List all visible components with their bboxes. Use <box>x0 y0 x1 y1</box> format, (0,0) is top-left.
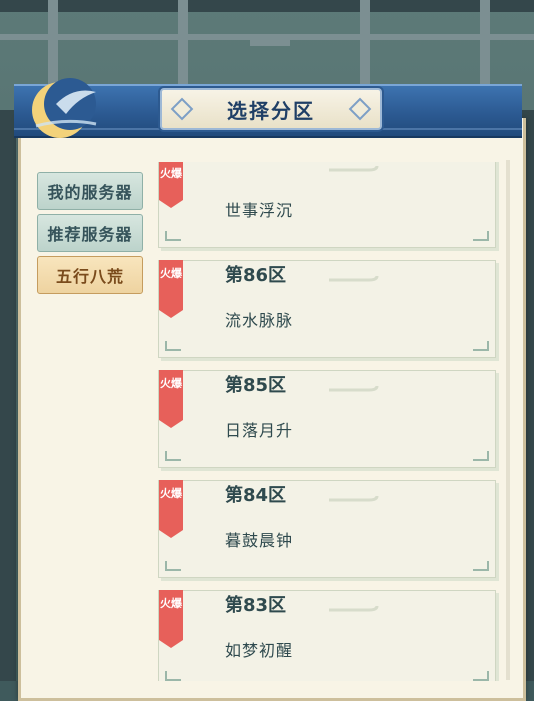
cloud-ornament-icon <box>329 275 379 282</box>
zone-name: 如梦初醒 <box>225 641 294 660</box>
zone-name: 暮鼓晨钟 <box>225 531 294 550</box>
corner-ornament <box>165 451 181 461</box>
zone-number: 第84区 <box>225 485 287 506</box>
page-title: 选择分区 <box>227 98 315 123</box>
hot-label: 火爆 <box>160 167 182 180</box>
corner-ornament <box>473 561 489 571</box>
corner-ornament <box>473 671 489 681</box>
list-scrollbar[interactable] <box>506 160 510 680</box>
server-list[interactable]: 火爆 世事浮沉 火爆 第86区 流水脉脉 火爆 第85区 日落月升 火爆 第84… <box>154 162 504 681</box>
corner-ornament <box>165 671 181 681</box>
server-card[interactable]: 火爆 世事浮沉 <box>158 162 496 248</box>
title-plate: 选择分区 <box>160 88 382 130</box>
hot-label: 火爆 <box>160 487 182 500</box>
zone-number: 第83区 <box>225 595 287 616</box>
tab-wuxing-bahuang[interactable]: 五行八荒 <box>37 256 143 294</box>
tab-my-servers[interactable]: 我的服务器 <box>37 172 143 210</box>
corner-ornament <box>473 451 489 461</box>
diamond-ornament-icon <box>170 97 194 121</box>
corner-ornament <box>165 341 181 351</box>
hot-label: 火爆 <box>160 267 182 280</box>
zone-number: 第86区 <box>225 265 287 286</box>
cloud-ornament-icon <box>329 385 379 392</box>
tab-recommended-servers[interactable]: 推荐服务器 <box>37 214 143 252</box>
hot-label: 火爆 <box>160 377 182 390</box>
corner-ornament <box>165 561 181 571</box>
cloud-ornament-icon <box>329 495 379 502</box>
cloud-ornament-icon <box>329 165 379 172</box>
corner-ornament <box>473 341 489 351</box>
zone-name: 世事浮沉 <box>225 201 294 220</box>
zone-number: 第85区 <box>225 375 287 396</box>
zone-name: 流水脉脉 <box>225 311 294 330</box>
hot-label: 火爆 <box>160 597 182 610</box>
corner-ornament <box>165 231 181 241</box>
server-card[interactable]: 火爆 第84区 暮鼓晨钟 <box>158 480 496 578</box>
zone-name: 日落月升 <box>225 421 294 440</box>
server-card[interactable]: 火爆 第83区 如梦初醒 <box>158 590 496 681</box>
corner-ornament <box>473 231 489 241</box>
diamond-ornament-icon <box>348 97 372 121</box>
crescent-moon-icon <box>32 78 97 138</box>
server-card[interactable]: 火爆 第86区 流水脉脉 <box>158 260 496 358</box>
cloud-ornament-icon <box>329 605 379 612</box>
server-card[interactable]: 火爆 第85区 日落月升 <box>158 370 496 468</box>
